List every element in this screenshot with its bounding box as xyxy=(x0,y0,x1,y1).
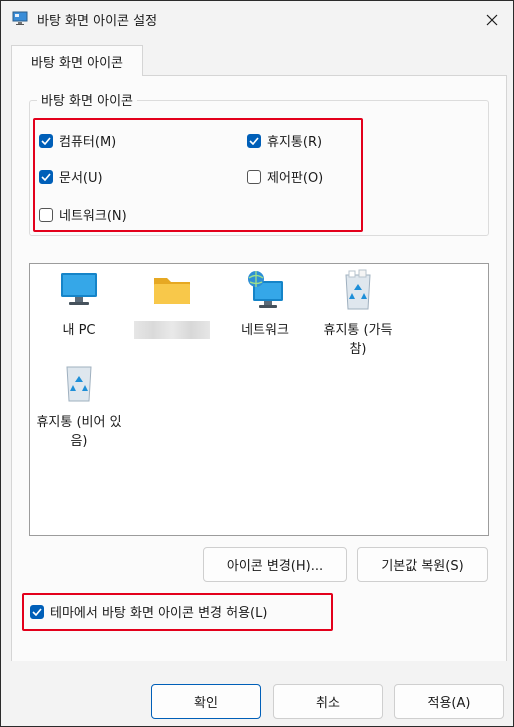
tab-desktop-icons[interactable]: 바탕 화면 아이콘 xyxy=(11,45,143,76)
checkbox-label: 네트워크(N) xyxy=(59,209,127,224)
icon-list[interactable]: 내 PC 네트워크 휴지통 (가득 참) 휴지통 (비어 있음) xyxy=(29,263,489,536)
desktop-settings-icon xyxy=(12,11,28,25)
checkbox-control-panel[interactable]: 제어판(O) xyxy=(247,167,323,186)
close-icon xyxy=(486,14,498,26)
cancel-button[interactable]: 취소 xyxy=(273,684,383,719)
checkbox-label: 컴퓨터(M) xyxy=(59,135,117,150)
recycle-bin-full-icon xyxy=(345,269,371,310)
recycle-bin-empty-icon xyxy=(66,366,92,402)
title-bar: 바탕 화면 아이콘 설정 xyxy=(1,1,513,39)
checkbox-unchecked-icon xyxy=(247,169,261,184)
icon-label: 휴지통 (비어 있음) xyxy=(36,415,122,449)
icon-item-recycle-bin-empty[interactable]: 휴지통 (비어 있음) xyxy=(35,361,123,451)
checkbox-checked-icon xyxy=(39,133,53,148)
icon-item-this-pc[interactable]: 내 PC xyxy=(35,269,123,340)
icon-item-network[interactable]: 네트워크 xyxy=(221,269,309,340)
network-icon xyxy=(248,271,283,308)
restore-default-button[interactable]: 기본값 복원(S) xyxy=(357,547,488,582)
window-title: 바탕 화면 아이콘 설정 xyxy=(37,14,158,29)
checkbox-computer[interactable]: 컴퓨터(M) xyxy=(39,131,116,150)
apply-button[interactable]: 적용(A) xyxy=(394,684,504,719)
checkbox-label: 테마에서 바탕 화면 아이콘 변경 허용(L) xyxy=(50,606,268,621)
icon-label: 네트워크 xyxy=(241,323,289,338)
change-icon-button[interactable]: 아이콘 변경(H)... xyxy=(203,547,347,582)
blurred-label xyxy=(134,321,210,339)
checkbox-checked-icon xyxy=(247,133,261,148)
monitor-icon xyxy=(61,273,97,305)
ok-button[interactable]: 확인 xyxy=(151,684,261,719)
checkbox-label: 제어판(O) xyxy=(267,171,324,186)
checkbox-network[interactable]: 네트워크(N) xyxy=(39,205,127,224)
icon-label: 내 PC xyxy=(62,323,96,338)
checkbox-documents[interactable]: 문서(U) xyxy=(39,167,103,186)
checkbox-checked-icon xyxy=(39,169,53,184)
checkbox-allow-theme-change[interactable]: 테마에서 바탕 화면 아이콘 변경 허용(L) xyxy=(30,602,267,621)
checkbox-recycle-bin[interactable]: 휴지통(R) xyxy=(247,131,322,150)
checkbox-checked-icon xyxy=(30,604,44,619)
checkbox-label: 문서(U) xyxy=(59,171,103,186)
groupbox-label: 바탕 화면 아이콘 xyxy=(37,90,137,109)
icon-label: 휴지통 (가득 참) xyxy=(323,323,393,357)
close-button[interactable] xyxy=(479,7,505,33)
checkbox-label: 휴지통(R) xyxy=(267,135,323,150)
folder-icon xyxy=(154,278,190,304)
icon-item-user-folder[interactable] xyxy=(128,269,216,339)
icon-item-recycle-bin-full[interactable]: 휴지통 (가득 참) xyxy=(314,269,402,359)
checkbox-unchecked-icon xyxy=(39,207,53,222)
dialog-window: 바탕 화면 아이콘 설정 바탕 화면 아이콘 바탕 화면 아이콘 컴퓨터(M) … xyxy=(0,0,514,727)
